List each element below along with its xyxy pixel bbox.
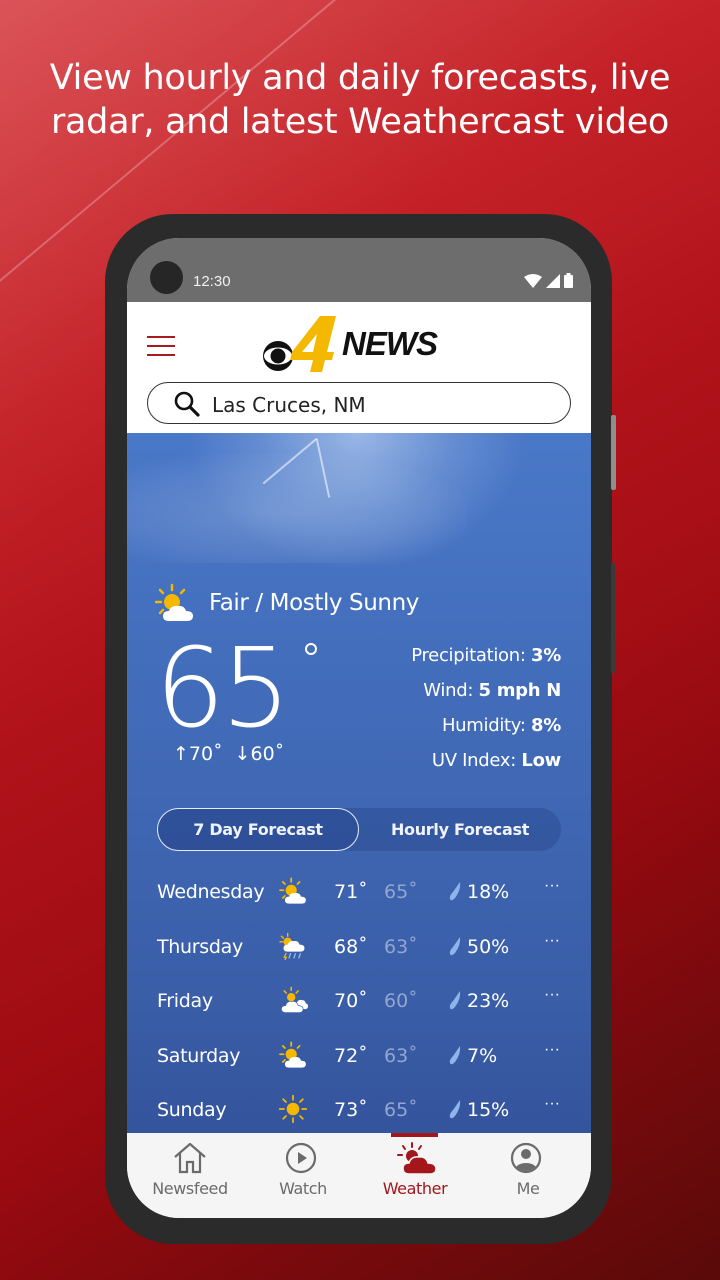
- forecast-precip: 15%: [467, 1099, 510, 1121]
- channel-4-logo: [290, 316, 336, 372]
- wifi-icon: [524, 273, 542, 288]
- nav-item-me[interactable]: Me: [470, 1133, 586, 1218]
- signal-icon: [546, 273, 560, 288]
- nav-label: Watch: [279, 1179, 327, 1198]
- today-high: ↑70˚: [173, 743, 223, 765]
- status-bar: 12:30: [127, 238, 591, 302]
- battery-icon: [564, 273, 573, 288]
- forecast-high: 73˚: [334, 1099, 368, 1121]
- degree-symbol: [305, 643, 317, 655]
- current-temperature: 65: [155, 624, 291, 752]
- promo-headline-line1: View hourly and daily forecasts, live: [49, 58, 671, 98]
- status-time: 12:30: [193, 273, 231, 290]
- partly-sunny-icon: [155, 583, 193, 621]
- front-camera: [150, 261, 183, 294]
- forecast-precip: 18%: [467, 881, 510, 903]
- forecast-row[interactable]: Wednesday 71˚ 65˚ 18% ···: [127, 865, 591, 920]
- nav-label: Newsfeed: [152, 1179, 228, 1198]
- forecast-high: 71˚: [334, 881, 368, 903]
- forecast-day: Friday: [157, 990, 213, 1012]
- forecast-low: 63˚: [384, 935, 418, 958]
- daily-forecast-list: Wednesday 71˚ 65˚ 18% ··· Thursday 68˚ 6…: [127, 865, 591, 1133]
- forecast-high: 70˚: [334, 990, 368, 1012]
- forecast-precip: 7%: [467, 1044, 498, 1067]
- raindrop-icon: [449, 1045, 461, 1064]
- more-options-icon[interactable]: ···: [544, 877, 560, 895]
- nav-label: Weather: [382, 1179, 448, 1198]
- location-search-value[interactable]: Las Cruces, NM: [212, 393, 366, 417]
- partly-sunny-icon: [279, 1041, 306, 1068]
- current-details: Precipitation: 3% Wind: 5 mph N Humidity…: [411, 638, 561, 778]
- volume-button: [611, 563, 615, 673]
- nav-item-watch[interactable]: Watch: [245, 1133, 361, 1218]
- raindrop-icon: [449, 936, 461, 955]
- cbs4-news-logo[interactable]: NEWS: [262, 316, 462, 374]
- forecast-high: 72˚: [334, 1044, 368, 1067]
- nav-label: Me: [516, 1179, 540, 1198]
- forecast-low: 63˚: [384, 1044, 418, 1067]
- current-condition: Fair / Mostly Sunny: [155, 583, 419, 623]
- raindrop-icon: [449, 1100, 461, 1119]
- forecast-row[interactable]: Friday 70˚ 60˚ 23% ···: [127, 974, 591, 1029]
- location-search-input[interactable]: Las Cruces, NM: [147, 382, 571, 424]
- forecast-high: 68˚: [334, 935, 368, 958]
- tab-7-day-forecast[interactable]: 7 Day Forecast: [157, 808, 359, 851]
- more-options-icon[interactable]: ···: [544, 1041, 560, 1059]
- forecast-row[interactable]: Thursday 68˚ 63˚ 50% ···: [127, 920, 591, 975]
- bottom-navigation: Newsfeed Watch Weather Me: [127, 1133, 591, 1218]
- more-options-icon[interactable]: ···: [544, 932, 560, 950]
- tab-hourly-forecast[interactable]: Hourly Forecast: [359, 808, 561, 851]
- detail-uv-index: UV Index: Low: [431, 750, 561, 771]
- sun-rain-icon: [279, 932, 305, 960]
- forecast-day: Saturday: [157, 1044, 241, 1067]
- condition-text: Fair / Mostly Sunny: [209, 590, 420, 616]
- forecast-day: Sunday: [157, 1099, 227, 1121]
- phone-screen: 12:30 NEWS Las Cruces, NM Fair / Mostly …: [127, 238, 591, 1218]
- forecast-day: Thursday: [157, 935, 243, 958]
- more-options-icon[interactable]: ···: [544, 1095, 560, 1113]
- weather-icon: [397, 1142, 437, 1175]
- promo-headline-line2: radar, and latest Weathercast video: [50, 102, 670, 142]
- partly-sunny-icon: [279, 877, 306, 904]
- forecast-low: 60˚: [384, 990, 418, 1012]
- power-button: [611, 415, 616, 490]
- home-icon: [174, 1142, 206, 1174]
- sunny-icon: [279, 1095, 307, 1123]
- play-circle-icon: [285, 1142, 317, 1174]
- logo-news-word: NEWS: [342, 325, 438, 362]
- detail-wind: Wind: 5 mph N: [423, 680, 561, 701]
- forecast-toggle: 7 Day Forecast Hourly Forecast: [157, 808, 561, 851]
- weather-panel: Fair / Mostly Sunny 65 ↑70˚ ↓60˚ Precipi…: [127, 433, 591, 1133]
- forecast-precip: 50%: [467, 935, 510, 958]
- more-options-icon[interactable]: ···: [544, 986, 560, 1004]
- forecast-precip: 23%: [467, 990, 510, 1012]
- detail-precipitation: Precipitation: 3%: [411, 645, 561, 666]
- search-icon: [174, 391, 200, 417]
- forecast-row[interactable]: Saturday 72˚ 63˚ 7% ···: [127, 1029, 591, 1084]
- raindrop-icon: [449, 991, 461, 1010]
- status-icons: [524, 273, 573, 288]
- promo-headline: View hourly and daily forecasts, live ra…: [0, 56, 720, 144]
- hamburger-menu-icon[interactable]: [147, 336, 175, 356]
- nav-item-weather[interactable]: Weather: [357, 1133, 473, 1218]
- profile-icon: [510, 1142, 542, 1174]
- forecast-row[interactable]: Sunday 73˚ 65˚ 15% ···: [127, 1083, 591, 1133]
- app-bar: NEWS Las Cruces, NM: [127, 302, 591, 433]
- forecast-low: 65˚: [384, 1099, 418, 1121]
- mostly-cloudy-icon: [281, 986, 309, 1013]
- sky-cloud-haze: [127, 453, 467, 563]
- raindrop-icon: [449, 882, 461, 901]
- detail-humidity: Humidity: 8%: [441, 715, 561, 736]
- nav-item-newsfeed[interactable]: Newsfeed: [132, 1133, 248, 1218]
- forecast-low: 65˚: [384, 881, 418, 903]
- high-low: ↑70˚ ↓60˚: [173, 743, 284, 765]
- today-low: ↓60˚: [234, 743, 285, 765]
- forecast-day: Wednesday: [157, 881, 265, 903]
